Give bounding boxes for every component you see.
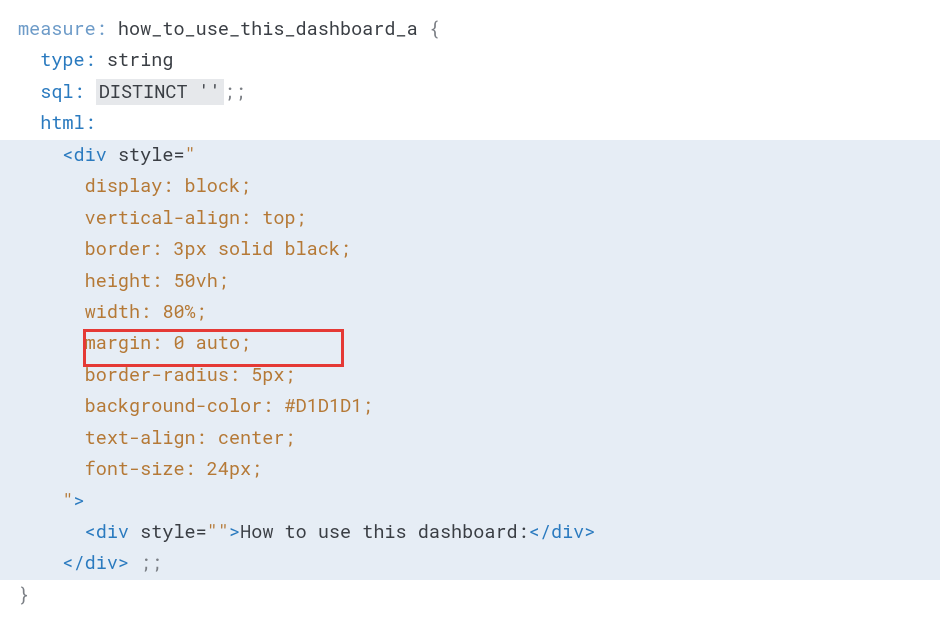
css-rule: border: 3px solid black; bbox=[85, 237, 351, 261]
tag-open: <div bbox=[62, 143, 106, 167]
tag-open: <div bbox=[85, 520, 129, 544]
code-line-highlighted: font-size: 24px; bbox=[0, 454, 940, 485]
open-brace: { bbox=[429, 17, 440, 41]
code-line-highlighted: text-align: center; bbox=[0, 423, 940, 454]
css-rule-margin: margin: 0 auto; bbox=[85, 331, 252, 355]
code-line-highlighted: border: 3px solid black; bbox=[0, 234, 940, 265]
quote: " bbox=[185, 143, 196, 167]
quote: " bbox=[62, 489, 73, 513]
code-line-highlighted: </div> ;; bbox=[0, 548, 940, 579]
code-line: sql: DISTINCT '';; bbox=[18, 77, 940, 108]
css-rule: display: block; bbox=[85, 174, 252, 198]
tag-close: > bbox=[74, 489, 85, 513]
css-rule: vertical-align: top; bbox=[85, 206, 307, 230]
sql-value: DISTINCT '' bbox=[96, 79, 224, 105]
code-line-highlighted: background-color: #D1D1D1; bbox=[0, 391, 940, 422]
code-line-highlighted: border-radius: 5px; bbox=[0, 360, 940, 391]
type-keyword: type: bbox=[40, 48, 96, 72]
code-line: measure: how_to_use_this_dashboard_a { bbox=[18, 14, 940, 45]
code-line-highlighted: <div style=" bbox=[0, 140, 940, 171]
terminator: ;; bbox=[129, 551, 162, 575]
type-value: string bbox=[96, 48, 174, 72]
css-rule: border-radius: 5px; bbox=[85, 363, 296, 387]
code-line-highlighted: "> bbox=[0, 486, 940, 517]
css-rule: height: 50vh; bbox=[85, 269, 229, 293]
close-tag: </div> bbox=[62, 551, 129, 575]
code-line: } bbox=[18, 580, 940, 611]
code-line-highlighted: margin: 0 auto; bbox=[0, 328, 940, 359]
css-rule: width: 80%; bbox=[85, 300, 207, 324]
code-line-highlighted: display: block; bbox=[0, 171, 940, 202]
terminator: ;; bbox=[224, 80, 246, 104]
inner-text: How to use this dashboard: bbox=[240, 520, 529, 544]
measure-name: how_to_use_this_dashboard_a bbox=[107, 17, 429, 41]
measure-keyword: measure: bbox=[18, 17, 107, 41]
code-line-highlighted: <div style="">How to use this dashboard:… bbox=[0, 517, 940, 548]
sql-keyword: sql: bbox=[40, 80, 84, 104]
code-line: html: bbox=[18, 108, 940, 139]
css-rule: background-color: #D1D1D1; bbox=[85, 394, 374, 418]
code-line: type: string bbox=[18, 45, 940, 76]
code-block: measure: how_to_use_this_dashboard_a { t… bbox=[0, 0, 940, 611]
code-line-highlighted: vertical-align: top; bbox=[0, 203, 940, 234]
equals: = bbox=[173, 143, 184, 167]
attr-name: style bbox=[129, 520, 196, 544]
html-keyword: html: bbox=[40, 111, 96, 135]
code-line-highlighted: height: 50vh; bbox=[0, 266, 940, 297]
css-rule: text-align: center; bbox=[85, 426, 296, 450]
attr-name: style bbox=[107, 143, 174, 167]
code-line-highlighted: width: 80%; bbox=[0, 297, 940, 328]
close-tag: </div> bbox=[529, 520, 596, 544]
css-rule: font-size: 24px; bbox=[85, 457, 263, 481]
close-brace: } bbox=[18, 583, 29, 607]
